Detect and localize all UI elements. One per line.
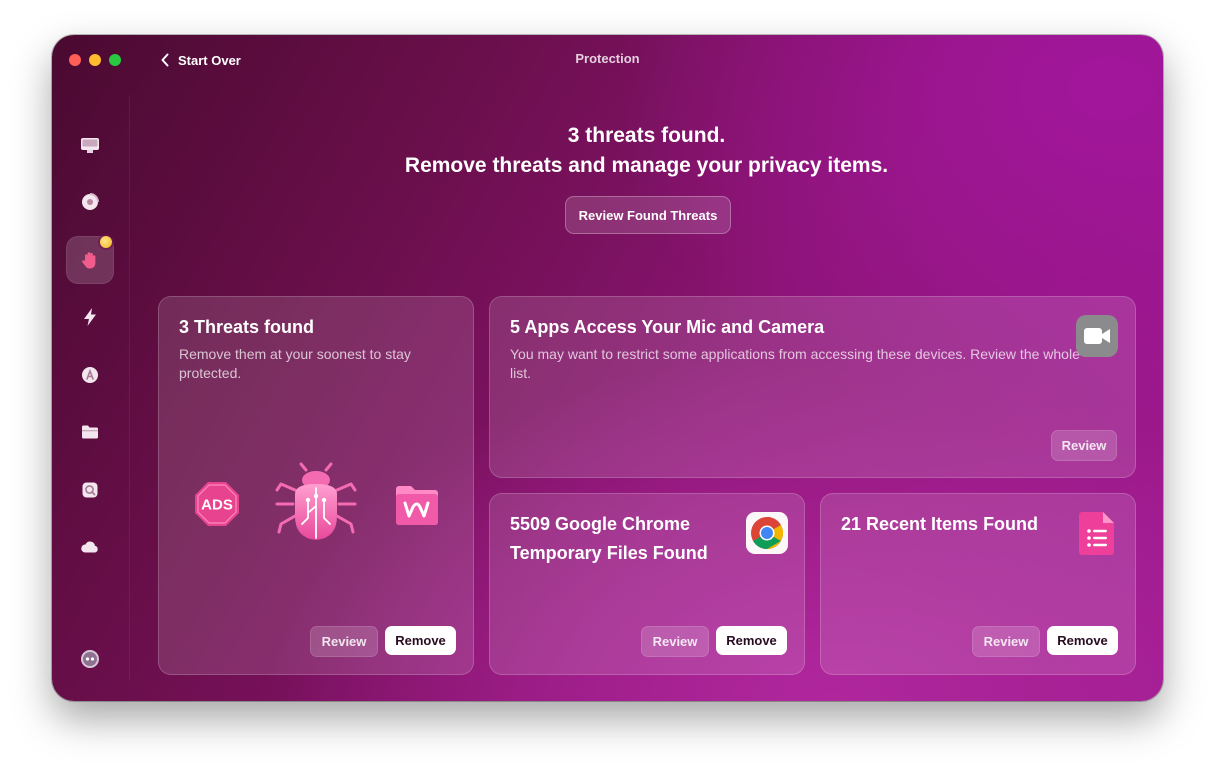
sidebar-item-monitor[interactable] bbox=[66, 121, 114, 169]
folder-icon bbox=[82, 425, 98, 439]
review-found-threats-button[interactable]: Review Found Threats bbox=[565, 196, 731, 234]
recent-items-remove-button[interactable]: Remove bbox=[1047, 626, 1118, 655]
bug-icon bbox=[275, 462, 357, 540]
monitor-icon bbox=[81, 138, 99, 153]
sidebar-item-protection[interactable] bbox=[66, 236, 114, 284]
threats-remove-button[interactable]: Remove bbox=[385, 626, 456, 655]
malware-folder-icon bbox=[396, 486, 438, 525]
chrome-files-card: 5509 Google Chrome Temporary Files Found… bbox=[489, 493, 805, 675]
chrome-remove-button[interactable]: Remove bbox=[716, 626, 787, 655]
recent-items-review-button[interactable]: Review bbox=[972, 626, 1040, 657]
sidebar-item-cleanup[interactable] bbox=[66, 178, 114, 226]
threats-review-button[interactable]: Review bbox=[310, 626, 378, 657]
threats-card-title: 3 Threats found bbox=[179, 317, 315, 337]
assistant-icon bbox=[81, 650, 99, 668]
apps-icon bbox=[82, 367, 98, 383]
facetime-camera-icon bbox=[1076, 315, 1118, 357]
sidebar-item-applications[interactable] bbox=[66, 351, 114, 399]
recent-items-card: 21 Recent Items Found Review Remove bbox=[820, 493, 1136, 675]
threats-card: 3 Threats found Remove them at your soon… bbox=[158, 296, 474, 675]
shield-disc-icon bbox=[82, 193, 99, 210]
headline-line2: Remove threats and manage your privacy i… bbox=[404, 154, 889, 177]
document-list-icon bbox=[1079, 512, 1114, 555]
mic-camera-card-title: 5 Apps Access Your Mic and Camera bbox=[510, 317, 825, 337]
sidebar bbox=[52, 35, 130, 701]
app-window: Start Over Protection 3 threats found. R… bbox=[52, 35, 1163, 701]
sidebar-item-speed[interactable] bbox=[66, 293, 114, 341]
chrome-icon bbox=[746, 512, 788, 554]
sidebar-item-assistant[interactable] bbox=[66, 635, 114, 683]
ads-stop-sign-icon: ADS bbox=[195, 482, 239, 526]
sidebar-item-space-lens[interactable] bbox=[66, 466, 114, 514]
search-icon bbox=[82, 482, 98, 498]
sidebar-item-files[interactable] bbox=[66, 408, 114, 456]
lightning-icon bbox=[84, 308, 96, 326]
headline: 3 threats found. Remove threats and mana… bbox=[130, 121, 1163, 181]
notification-badge bbox=[100, 236, 112, 248]
mic-camera-card-description: You may want to restrict some applicatio… bbox=[510, 346, 1080, 381]
sidebar-item-cloud[interactable] bbox=[66, 523, 114, 571]
threats-card-description: Remove them at your soonest to stay prot… bbox=[179, 346, 411, 381]
window-title: Protection bbox=[575, 51, 640, 66]
recent-items-card-title: 21 Recent Items Found bbox=[841, 514, 1039, 534]
chrome-review-button[interactable]: Review bbox=[641, 626, 709, 657]
cloud-icon bbox=[81, 541, 98, 553]
mic-camera-card: 5 Apps Access Your Mic and Camera You ma… bbox=[489, 296, 1136, 478]
ads-label: ADS bbox=[201, 497, 233, 514]
headline-line1: 3 threats found. bbox=[567, 124, 726, 147]
mic-camera-review-button[interactable]: Review bbox=[1051, 430, 1117, 461]
hand-icon bbox=[82, 252, 96, 269]
chrome-files-card-title: 5509 Google Chrome Temporary Files Found bbox=[510, 514, 708, 563]
sidebar-divider bbox=[129, 95, 130, 681]
